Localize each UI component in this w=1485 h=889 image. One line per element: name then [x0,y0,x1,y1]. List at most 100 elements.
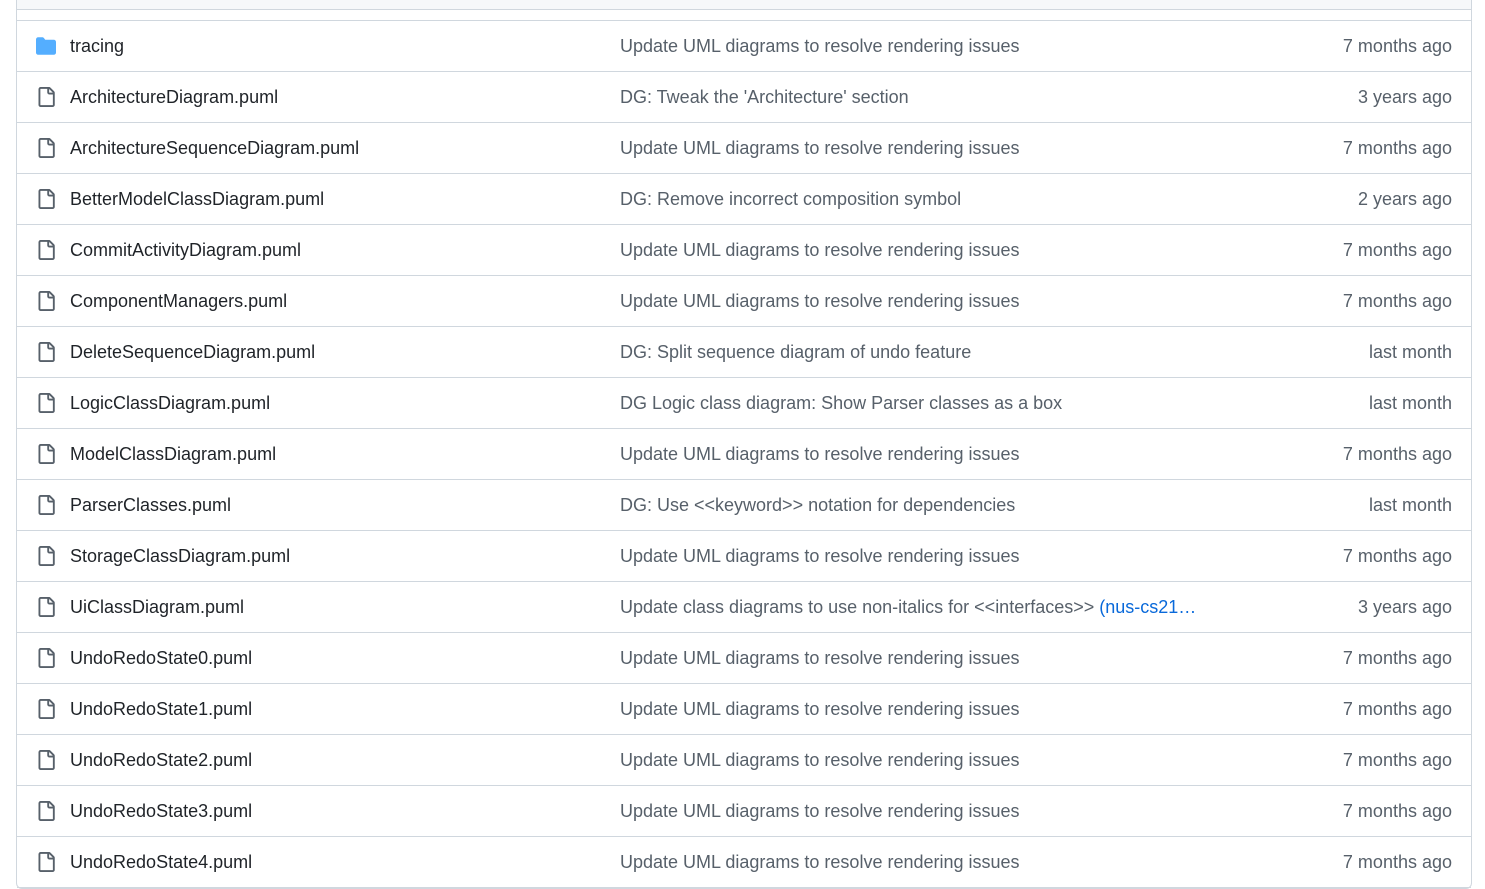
file-list-gap [17,10,1471,21]
commit-message-link[interactable]: DG: Tweak the 'Architecture' section [620,87,909,108]
commit-message-text: Update UML diagrams to resolve rendering… [620,800,1020,821]
commit-message-text: Update UML diagrams to resolve rendering… [620,443,1020,464]
file-icon [36,393,56,413]
commit-message-link[interactable]: Update UML diagrams to resolve rendering… [620,546,1020,567]
commit-message-text: Update class diagrams to use non-italics… [620,596,1100,617]
table-row[interactable]: DeleteSequenceDiagram.puml DG: Split seq… [17,327,1471,378]
commit-message-link[interactable]: Update UML diagrams to resolve rendering… [620,240,1020,261]
file-name-link[interactable]: BetterModelClassDiagram.puml [70,189,324,210]
file-name-link[interactable]: UndoRedoState1.puml [70,699,252,720]
commit-age: 7 months ago [1342,443,1452,464]
file-name-link[interactable]: StorageClassDiagram.puml [70,546,290,567]
commit-message-text: Update UML diagrams to resolve rendering… [620,749,1020,770]
file-name-link[interactable]: UndoRedoState0.puml [70,648,252,669]
commit-age: last month [1368,392,1452,413]
commit-message-text: Update UML diagrams to resolve rendering… [620,35,1020,56]
commit-message-link[interactable]: Update UML diagrams to resolve rendering… [620,138,1020,159]
commit-message-link[interactable]: Update UML diagrams to resolve rendering… [620,648,1020,669]
table-row[interactable]: UndoRedoState1.puml Update UML diagrams … [17,684,1471,735]
table-row[interactable]: ArchitectureDiagram.puml DG: Tweak the '… [17,72,1471,123]
file-list: tracing Update UML diagrams to resolve r… [16,0,1472,889]
file-name-link[interactable]: tracing [70,36,124,57]
folder-icon [36,36,56,56]
table-row[interactable]: UndoRedoState4.puml Update UML diagrams … [17,837,1471,888]
commit-message-text: DG: Remove incorrect composition symbol [620,188,962,209]
commit-age: 7 months ago [1342,698,1452,719]
pull-request-link[interactable]: (nus-cs21… [1099,597,1196,617]
commit-age: last month [1368,494,1452,515]
commit-message-link[interactable]: Update UML diagrams to resolve rendering… [620,444,1020,465]
file-icon [36,138,56,158]
commit-message-text: Update UML diagrams to resolve rendering… [620,647,1020,668]
commit-message-text: DG: Use <<keyword>> notation for depende… [620,494,1016,515]
table-row[interactable]: UiClassDiagram.puml Update class diagram… [17,582,1471,633]
commit-message-text: Update UML diagrams to resolve rendering… [620,239,1020,260]
commit-message-text: DG: Tweak the 'Architecture' section [620,86,909,107]
file-icon [36,546,56,566]
table-row[interactable]: ParserClasses.puml DG: Use <<keyword>> n… [17,480,1471,531]
table-row[interactable]: UndoRedoState2.puml Update UML diagrams … [17,735,1471,786]
table-row[interactable]: UndoRedoState0.puml Update UML diagrams … [17,633,1471,684]
commit-message-link[interactable]: DG: Split sequence diagram of undo featu… [620,342,971,363]
commit-message-text: DG: Split sequence diagram of undo featu… [620,341,972,362]
file-icon [36,189,56,209]
commit-age: last month [1368,341,1452,362]
file-list-header [17,0,1471,10]
table-row[interactable]: ArchitectureSequenceDiagram.puml Update … [17,123,1471,174]
file-name-link[interactable]: UndoRedoState3.puml [70,801,252,822]
file-icon [36,291,56,311]
file-name-link[interactable]: ArchitectureDiagram.puml [70,87,278,108]
file-name-link[interactable]: UiClassDiagram.puml [70,597,244,618]
commit-message-link[interactable]: DG Logic class diagram: Show Parser clas… [620,393,1062,414]
table-row[interactable]: LogicClassDiagram.puml DG Logic class di… [17,378,1471,429]
table-row[interactable]: CommitActivityDiagram.puml Update UML di… [17,225,1471,276]
file-name-link[interactable]: ComponentManagers.puml [70,291,287,312]
file-name-link[interactable]: ParserClasses.puml [70,495,231,516]
commit-age: 7 months ago [1342,137,1452,158]
commit-message-text: Update UML diagrams to resolve rendering… [620,851,1020,872]
commit-message-text: Update UML diagrams to resolve rendering… [620,290,1020,311]
commit-message-link[interactable]: Update class diagrams to use non-italics… [620,597,1196,618]
commit-age: 7 months ago [1342,851,1452,872]
file-name-link[interactable]: LogicClassDiagram.puml [70,393,270,414]
commit-message-link[interactable]: Update UML diagrams to resolve rendering… [620,291,1020,312]
commit-message-link[interactable]: DG: Use <<keyword>> notation for depende… [620,495,1015,516]
file-icon [36,495,56,515]
commit-age: 7 months ago [1342,800,1452,821]
commit-message-text: Update UML diagrams to resolve rendering… [620,698,1020,719]
commit-message-link[interactable]: DG: Remove incorrect composition symbol [620,189,961,210]
file-icon [36,750,56,770]
file-icon [36,801,56,821]
file-name-link[interactable]: DeleteSequenceDiagram.puml [70,342,315,363]
file-name-link[interactable]: ModelClassDiagram.puml [70,444,276,465]
file-icon [36,240,56,260]
file-name-link[interactable]: UndoRedoState4.puml [70,852,252,873]
table-row[interactable]: tracing Update UML diagrams to resolve r… [17,21,1471,72]
commit-message-text: DG Logic class diagram: Show Parser clas… [620,392,1063,413]
commit-message-link[interactable]: Update UML diagrams to resolve rendering… [620,852,1020,873]
file-name-link[interactable]: CommitActivityDiagram.puml [70,240,301,261]
commit-age: 7 months ago [1342,290,1452,311]
commit-message-link[interactable]: Update UML diagrams to resolve rendering… [620,699,1020,720]
commit-message-text: Update UML diagrams to resolve rendering… [620,545,1020,566]
commit-age: 7 months ago [1342,545,1452,566]
commit-message-text: Update UML diagrams to resolve rendering… [620,137,1020,158]
file-name-link[interactable]: UndoRedoState2.puml [70,750,252,771]
commit-age: 7 months ago [1342,35,1452,56]
commit-age: 7 months ago [1342,749,1452,770]
table-row[interactable]: BetterModelClassDiagram.puml DG: Remove … [17,174,1471,225]
file-icon [36,852,56,872]
table-row[interactable]: StorageClassDiagram.puml Update UML diag… [17,531,1471,582]
table-row[interactable]: ComponentManagers.puml Update UML diagra… [17,276,1471,327]
commit-age: 7 months ago [1342,239,1452,260]
file-icon [36,87,56,107]
file-icon [36,444,56,464]
table-row[interactable]: ModelClassDiagram.puml Update UML diagra… [17,429,1471,480]
commit-age: 3 years ago [1357,596,1452,617]
commit-message-link[interactable]: Update UML diagrams to resolve rendering… [620,750,1020,771]
commit-message-link[interactable]: Update UML diagrams to resolve rendering… [620,36,1020,57]
file-name-link[interactable]: ArchitectureSequenceDiagram.puml [70,138,359,159]
commit-message-link[interactable]: Update UML diagrams to resolve rendering… [620,801,1020,822]
table-row[interactable]: UndoRedoState3.puml Update UML diagrams … [17,786,1471,837]
commit-age: 2 years ago [1357,188,1452,209]
